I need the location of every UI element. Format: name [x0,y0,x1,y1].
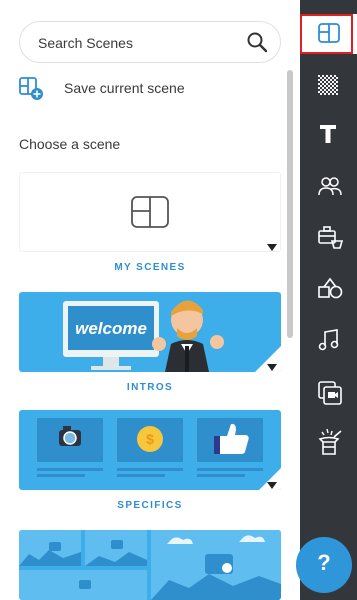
scrollbar[interactable] [287,70,293,338]
scene-panel: Save current scene Choose a scene MY SCE… [0,0,300,600]
welcome-text: welcome [75,319,147,338]
toolbar-text-button[interactable] [300,114,357,154]
search-input[interactable] [36,31,240,55]
music-icon [318,329,339,351]
toolbar [300,0,357,600]
text-icon [320,125,336,143]
layout-icon [131,196,169,233]
layout-icon [318,23,340,43]
toolbar-shapes-button[interactable] [300,268,357,308]
category-card-partial[interactable] [19,530,281,600]
svg-text:$: $ [146,431,154,447]
shapes-icon [318,277,343,299]
toolbar-effects-button[interactable] [300,420,357,460]
scenery-illustration [19,530,281,600]
save-scene-icon [19,77,45,101]
category-label-specifics: SPECIFICS [117,500,183,511]
toolbar-scenes-button[interactable] [300,14,357,54]
media-icon [318,381,342,405]
search-box [19,21,281,63]
category-label-my-scenes: MY SCENES [114,262,186,273]
help-label: ? [317,550,331,575]
props-icon [318,226,344,249]
save-scene-label: Save current scene [64,80,185,96]
intros-illustration: welcome [63,300,281,372]
category-label-intros: INTROS [126,382,174,393]
expand-arrow-icon[interactable] [267,364,277,371]
expand-arrow-icon[interactable] [267,482,277,489]
search-icon[interactable] [246,31,268,53]
checkerboard-icon [318,75,338,95]
category-card-intros[interactable]: welcome [19,292,281,372]
toolbar-characters-button[interactable] [300,166,357,206]
magic-hat-icon [318,429,342,455]
expand-arrow-icon[interactable] [267,244,277,251]
people-icon [318,177,342,196]
save-current-scene-button[interactable]: Save current scene [19,76,279,102]
help-button[interactable]: ? [296,537,352,593]
specifics-illustration: $ [37,418,281,490]
toolbar-backgrounds-button[interactable] [300,66,357,106]
toolbar-props-button[interactable] [300,216,357,256]
category-card-my-scenes[interactable] [19,172,281,252]
toolbar-music-button[interactable] [300,320,357,360]
toolbar-media-button[interactable] [300,372,357,412]
section-title: Choose a scene [19,136,121,152]
category-card-specifics[interactable]: $ [19,410,281,490]
